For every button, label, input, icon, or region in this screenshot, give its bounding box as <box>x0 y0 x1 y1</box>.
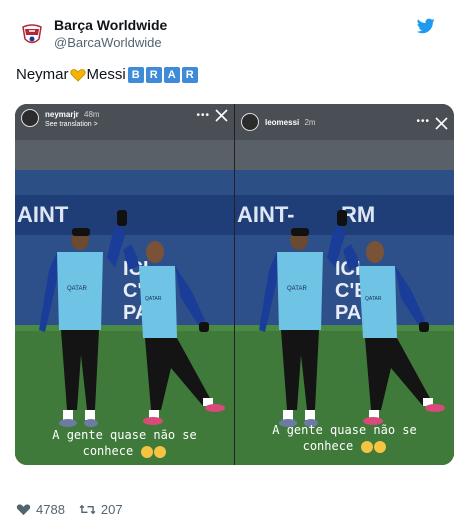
story-photo: AINT- RM ICI C'EST PARIS QATAR <box>235 140 454 465</box>
letter-box-b: B <box>127 66 144 83</box>
caption-line-1: A gente quase não se <box>52 428 197 442</box>
tweet-text-neymar: Neymar <box>16 66 69 83</box>
caption-line-1: A gente quase não se <box>272 423 417 437</box>
caption-line-2: conhece <box>302 439 354 453</box>
story-username[interactable]: leomessi 2m <box>265 118 316 127</box>
more-options-icon[interactable]: ••• <box>416 116 430 127</box>
yellow-heart-icon <box>69 68 86 82</box>
tweet-stats: 4788 207 <box>16 502 137 517</box>
letter-box-r: R <box>145 66 162 83</box>
twitter-bird-icon[interactable] <box>417 18 435 34</box>
close-icon[interactable] <box>435 117 448 130</box>
author-name[interactable]: Barça Worldwide <box>54 17 167 33</box>
story-photo: AINT ICI C'ES PARI QATAR <box>15 140 234 465</box>
close-icon[interactable] <box>215 109 228 122</box>
heart-icon <box>16 504 31 516</box>
grinning-sweat-emoji-icon <box>361 440 374 453</box>
story-neymar[interactable]: AINT ICI C'ES PARI QATAR <box>15 104 234 465</box>
story-time: 48m <box>84 110 100 119</box>
letter-box-r2: R <box>181 66 198 83</box>
club-crest-icon[interactable] <box>16 18 48 50</box>
author-handle[interactable]: @BarcaWorldwide <box>54 35 162 50</box>
grinning-sweat-emoji-icon <box>141 445 154 458</box>
story-avatar[interactable] <box>21 109 39 127</box>
tweet-card: Barça Worldwide @BarcaWorldwide Neymar M… <box>0 0 468 531</box>
svg-text:QATAR: QATAR <box>287 286 307 292</box>
story-username-text: leomessi <box>265 118 300 127</box>
laughing-emoji-icon <box>154 445 167 458</box>
retweet-count: 207 <box>100 502 123 517</box>
svg-text:QATAR: QATAR <box>365 296 382 302</box>
tweet-media[interactable]: AINT ICI C'ES PARI QATAR <box>15 104 454 465</box>
retweet-button[interactable]: 207 <box>79 502 123 517</box>
story-username-text: neymarjr <box>45 110 79 119</box>
story-avatar[interactable] <box>241 113 259 131</box>
tweet-text-messi: Messi <box>86 66 126 83</box>
see-translation-link[interactable]: See translation > <box>45 121 98 128</box>
retweet-icon <box>79 504 96 515</box>
story-messi[interactable]: AINT- RM ICI C'EST PARIS QATAR <box>235 104 454 465</box>
laughing-emoji-icon <box>374 440 387 453</box>
more-options-icon[interactable]: ••• <box>196 110 210 121</box>
svg-text:AINT: AINT <box>17 202 69 227</box>
svg-text:AINT-: AINT- <box>237 202 294 227</box>
story-caption: A gente quase não se conhece <box>15 427 234 459</box>
letter-box-a: A <box>163 66 180 83</box>
svg-text:QATAR: QATAR <box>67 286 87 292</box>
svg-text:QATAR: QATAR <box>145 296 162 302</box>
caption-line-2: conhece <box>82 444 134 458</box>
like-button[interactable]: 4788 <box>16 502 65 517</box>
tweet-text: Neymar Messi B R A R <box>16 66 198 83</box>
story-username[interactable]: neymarjr 48m <box>45 110 100 119</box>
story-caption: A gente quase não se conhece <box>235 422 454 454</box>
story-time: 2m <box>304 118 316 127</box>
like-count: 4788 <box>36 502 65 517</box>
